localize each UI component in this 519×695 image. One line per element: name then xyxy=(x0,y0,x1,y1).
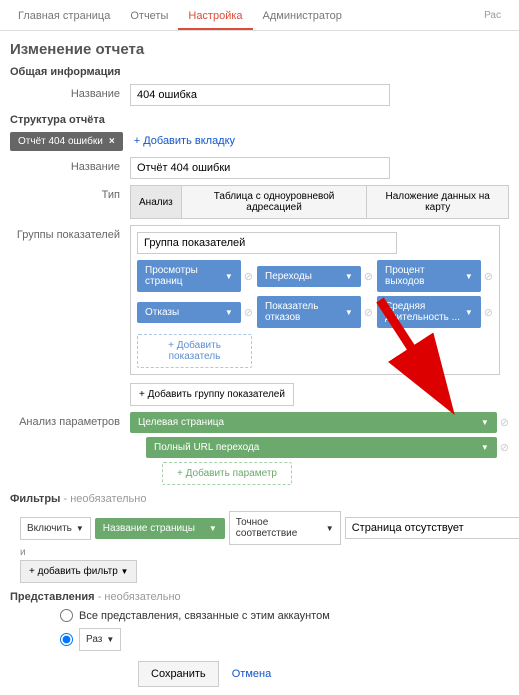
chevron-down-icon: ▼ xyxy=(345,272,353,281)
remove-icon[interactable]: ⊘ xyxy=(364,270,373,283)
report-name-input[interactable] xyxy=(130,84,390,106)
chevron-down-icon: ▼ xyxy=(345,308,353,317)
tab-name-input[interactable] xyxy=(130,157,390,179)
chevron-down-icon: ▼ xyxy=(76,524,84,533)
remove-icon[interactable]: ⊘ xyxy=(500,416,509,429)
views-selected-radio-row: Раз▼ xyxy=(60,628,509,651)
nav-reports[interactable]: Отчеты xyxy=(120,4,178,30)
metric-group-title-input[interactable] xyxy=(137,232,397,254)
metric-chip: Просмотры страниц▼⊘ xyxy=(137,260,253,292)
metric-chip: Переходы▼⊘ xyxy=(257,260,373,292)
filter-value-input[interactable] xyxy=(345,517,519,539)
filter-and-label: и xyxy=(20,547,519,558)
metric-chip: Отказы▼⊘ xyxy=(137,296,253,328)
views-all-radio-row: Все представления, связанные с этим акка… xyxy=(60,609,509,622)
label-metric-groups: Группы показателей xyxy=(10,225,130,241)
nav-home[interactable]: Главная страница xyxy=(8,4,120,30)
views-all-label: Все представления, связанные с этим акка… xyxy=(79,610,330,622)
chevron-down-icon: ▼ xyxy=(225,272,233,281)
page-title: Изменение отчета xyxy=(10,41,509,58)
type-map-overlay[interactable]: Наложение данных на карту xyxy=(366,185,509,219)
nav-admin[interactable]: Администратор xyxy=(253,4,352,30)
views-select[interactable]: Раз▼ xyxy=(79,628,121,651)
dimension-chip: Целевая страница▼⊘ xyxy=(130,412,509,433)
type-flat-table[interactable]: Таблица с одноуровневой адресацией xyxy=(181,185,368,219)
remove-icon[interactable]: ⊘ xyxy=(364,306,373,319)
chevron-down-icon: ▼ xyxy=(225,308,233,317)
label-name: Название xyxy=(10,84,130,100)
metric-chip: Процент выходов▼⊘ xyxy=(377,260,493,292)
filter-match-select[interactable]: Точное соответствие▼ xyxy=(229,511,341,545)
metric-chip: Показатель отказов▼⊘ xyxy=(257,296,373,328)
label-tab-name: Название xyxy=(10,157,130,173)
report-tab-label: Отчёт 404 ошибки xyxy=(18,136,103,147)
type-button-group: Анализ Таблица с одноуровневой адресацие… xyxy=(130,185,509,219)
chevron-down-icon: ▼ xyxy=(465,308,473,317)
views-all-radio[interactable] xyxy=(60,609,73,622)
chevron-down-icon: ▼ xyxy=(326,524,334,533)
views-selected-radio[interactable] xyxy=(60,633,73,646)
section-general: Общая информация xyxy=(10,66,509,78)
section-structure: Структура отчёта xyxy=(10,114,509,126)
chevron-down-icon: ▼ xyxy=(106,635,114,644)
section-views: Представления - необязательно xyxy=(10,591,509,603)
nav-settings[interactable]: Настройка xyxy=(178,4,252,30)
filter-field-chip: Название страницы▼ xyxy=(95,518,225,539)
remove-icon[interactable]: ⊘ xyxy=(244,270,253,283)
remove-icon[interactable]: ⊘ xyxy=(244,306,253,319)
chevron-down-icon: ▼ xyxy=(465,272,473,281)
metric-group-box: Просмотры страниц▼⊘ Переходы▼⊘ Процент в… xyxy=(130,225,500,375)
label-type: Тип xyxy=(10,185,130,201)
remove-icon[interactable]: ⊘ xyxy=(484,306,493,319)
add-tab-link[interactable]: + Добавить вкладку xyxy=(134,135,235,147)
filter-include-select[interactable]: Включить▼ xyxy=(20,517,91,540)
remove-icon[interactable]: ⊘ xyxy=(484,270,493,283)
chevron-down-icon: ▼ xyxy=(209,524,217,533)
type-analysis[interactable]: Анализ xyxy=(130,185,182,219)
save-button[interactable]: Сохранить xyxy=(138,661,219,687)
chevron-down-icon: ▼ xyxy=(481,443,489,452)
section-filters: Фильтры - необязательно xyxy=(10,493,509,505)
cancel-button[interactable]: Отмена xyxy=(222,662,281,686)
report-tab[interactable]: Отчёт 404 ошибки × xyxy=(10,132,123,151)
top-nav: Главная страница Отчеты Настройка Админи… xyxy=(0,0,519,31)
chevron-down-icon: ▼ xyxy=(481,418,489,427)
add-metric-group-button[interactable]: + Добавить группу показателей xyxy=(130,383,294,406)
add-dimension-button[interactable]: + Добавить параметр xyxy=(162,462,292,485)
add-filter-button[interactable]: + добавить фильтр ▼ xyxy=(20,560,137,583)
add-metric-button[interactable]: + Добавить показатель xyxy=(137,334,252,368)
dimension-chip: Полный URL перехода▼⊘ xyxy=(146,437,509,458)
close-icon[interactable]: × xyxy=(109,136,115,147)
remove-icon[interactable]: ⊘ xyxy=(500,441,509,454)
metric-chip: Средняя длительность ...▼⊘ xyxy=(377,296,493,328)
label-dim-analysis: Анализ параметров xyxy=(10,412,130,428)
nav-right: Рас xyxy=(474,4,511,30)
